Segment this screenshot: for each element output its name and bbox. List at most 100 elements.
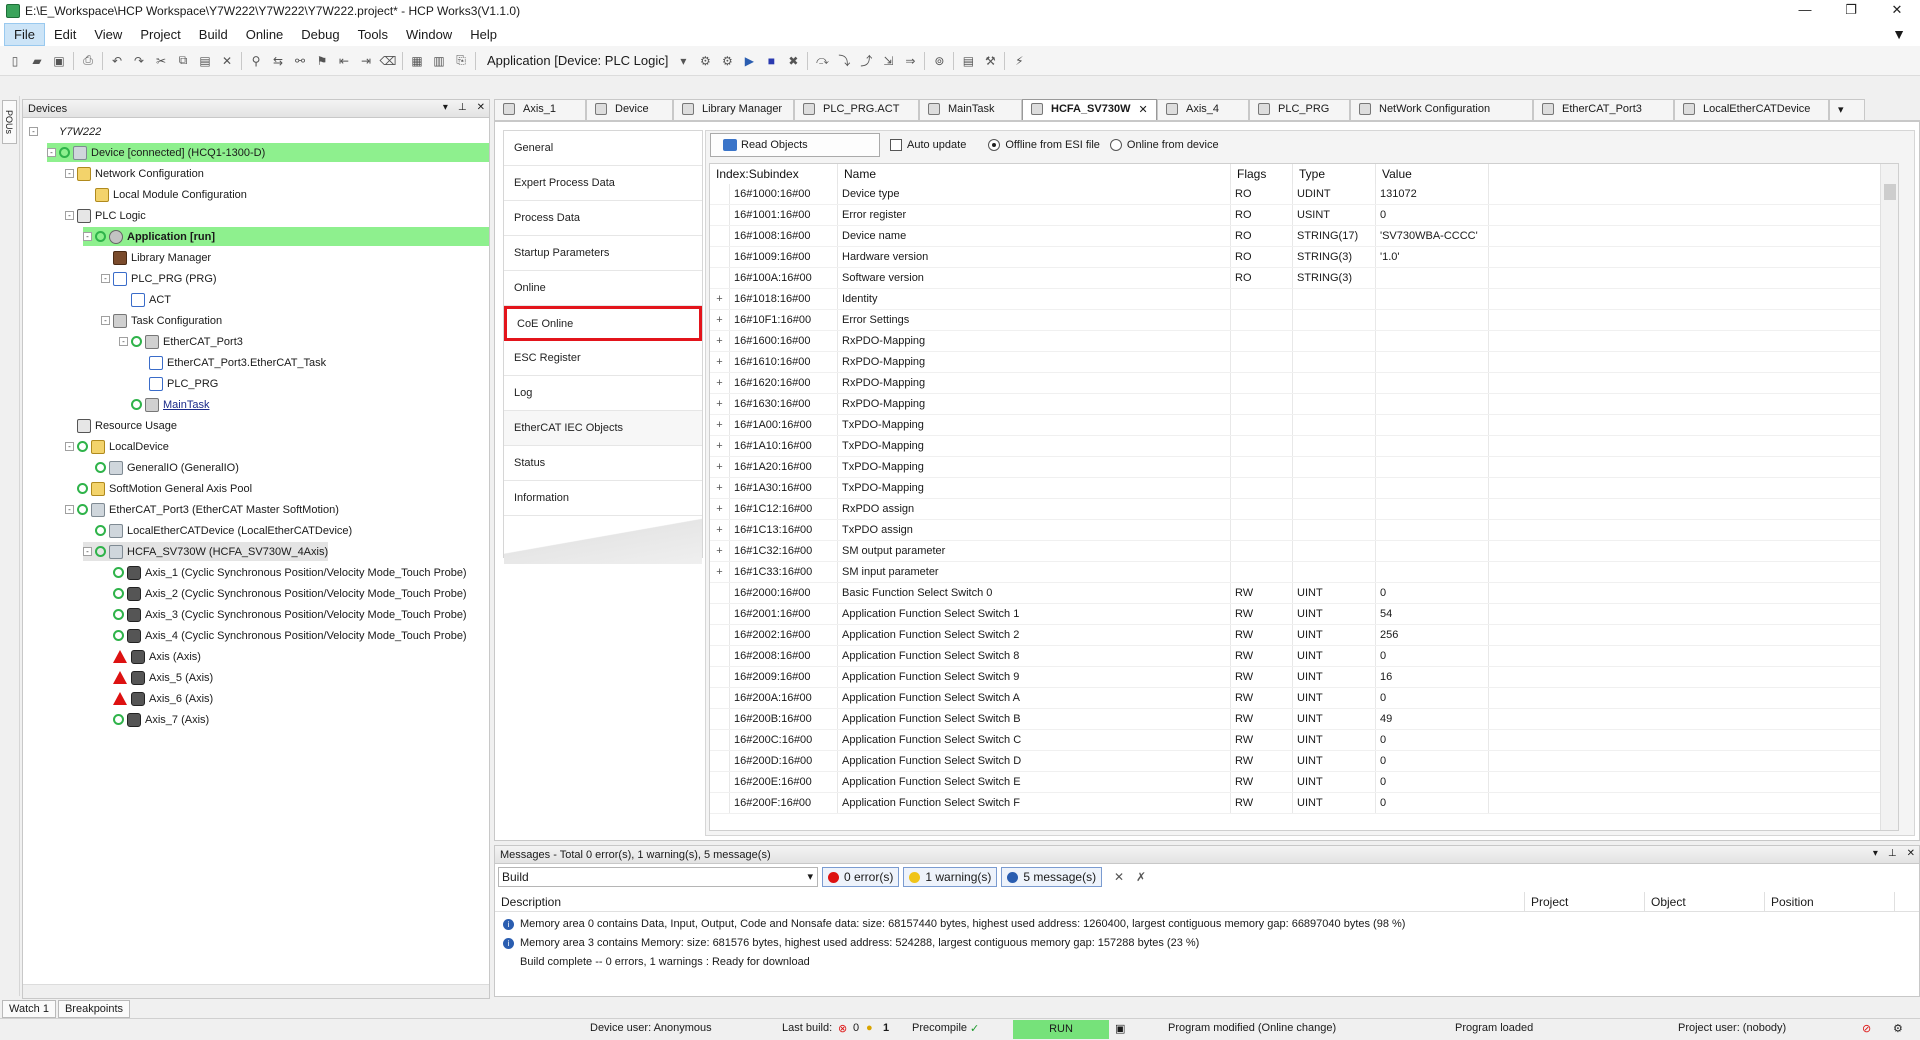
table-row[interactable]: +16#1A20:16#00 TxPDO-Mapping <box>710 457 1880 478</box>
cut-icon[interactable]: ✂ <box>152 52 170 70</box>
col-value[interactable]: Value <box>1376 164 1489 184</box>
tree-node[interactable]: ACT <box>119 290 171 309</box>
table-row[interactable]: 16#2001:16#00 Application Function Select… <box>710 604 1880 625</box>
expand-toggle-icon[interactable]: - <box>29 127 38 136</box>
messages-filter-button[interactable]: 5 message(s) <box>1001 867 1103 887</box>
run-to-cursor-icon[interactable]: ⇲ <box>879 52 897 70</box>
generate-code-icon[interactable]: ⎘ <box>452 52 470 70</box>
tree-node[interactable]: Axis_7 (Axis) <box>101 710 209 729</box>
unforce-icon[interactable]: ⚡ <box>1010 52 1028 70</box>
close-button[interactable]: ✕ <box>1874 0 1920 22</box>
expand-toggle-icon[interactable]: + <box>710 520 730 540</box>
tree-node[interactable]: Axis (Axis) <box>101 647 201 666</box>
build-icon[interactable]: ▦ <box>408 52 426 70</box>
alarm-icon[interactable]: ⊘ <box>1862 1022 1871 1035</box>
close-tab-icon[interactable]: ✕ <box>1138 103 1147 116</box>
errors-filter-button[interactable]: 0 error(s) <box>822 867 900 887</box>
col-name[interactable]: Name <box>838 164 1231 184</box>
msg-col-position[interactable]: Position <box>1765 892 1895 911</box>
tree-node[interactable]: PLC_PRG <box>137 374 218 393</box>
expand-toggle-icon[interactable]: + <box>710 394 730 414</box>
table-row[interactable]: 16#200B:16#00 Application Function Select… <box>710 709 1880 730</box>
message-row[interactable]: i Memory area 0 contains Data, Input, Out… <box>495 914 1919 934</box>
table-row[interactable]: 16#2008:16#00 Application Function Select… <box>710 646 1880 667</box>
table-row[interactable]: 16#2009:16#00 Application Function Select… <box>710 667 1880 688</box>
menu-online[interactable]: Online <box>237 24 293 45</box>
set-next-statement-icon[interactable]: ⇒ <box>901 52 919 70</box>
pin-icon[interactable]: ⊥ <box>458 102 467 113</box>
tree-node[interactable]: Axis_3 (Cyclic Synchronous Position/Velo… <box>101 605 467 624</box>
side-nav-item[interactable]: General <box>504 131 702 166</box>
menu-tools[interactable]: Tools <box>349 24 397 45</box>
col-index[interactable]: Index:Subindex <box>710 164 838 184</box>
menu-window[interactable]: Window <box>397 24 461 45</box>
maximize-button[interactable]: ❐ <box>1828 0 1874 22</box>
step-over-icon[interactable]: ⤼ <box>813 52 831 70</box>
expand-toggle-icon[interactable]: - <box>65 211 74 220</box>
tree-node[interactable]: - Application [run] <box>83 227 489 246</box>
expand-toggle-icon[interactable]: + <box>710 310 730 330</box>
editor-tab[interactable]: Device <box>586 99 673 120</box>
bookmark-icon[interactable]: ⚑ <box>313 52 331 70</box>
table-row[interactable]: 16#200D:16#00 Application Function Select… <box>710 751 1880 772</box>
editor-tab[interactable]: Axis_4 <box>1157 99 1249 120</box>
warnings-filter-button[interactable]: 1 warning(s) <box>903 867 998 887</box>
menu-help[interactable]: Help <box>461 24 506 45</box>
watch-1-tab[interactable]: Watch 1 <box>2 1000 56 1018</box>
tree-node[interactable]: - LocalDevice <box>65 437 169 456</box>
table-row[interactable]: 16#1008:16#00 Device name RO STRING(17) 'SV7… <box>710 226 1880 247</box>
prev-bookmark-icon[interactable]: ⇤ <box>335 52 353 70</box>
find-replace-icon[interactable]: ⚯ <box>291 52 309 70</box>
col-type[interactable]: Type <box>1293 164 1376 184</box>
new-file-icon[interactable]: ▯ <box>6 52 24 70</box>
settings-icon[interactable]: ⚙ <box>1893 1022 1903 1035</box>
menu-file[interactable]: File <box>4 22 45 46</box>
table-row[interactable]: 16#1009:16#00 Hardware version RO STRING(3)… <box>710 247 1880 268</box>
table-row[interactable]: +16#1A10:16#00 TxPDO-Mapping <box>710 436 1880 457</box>
print-icon[interactable]: ⎙ <box>79 52 97 70</box>
save-icon[interactable]: ▣ <box>50 52 68 70</box>
expand-toggle-icon[interactable]: - <box>101 316 110 325</box>
pous-side-tab[interactable]: POUs <box>2 100 17 144</box>
step-out-icon[interactable]: ⤴ <box>857 52 875 70</box>
lock-icon[interactable]: ▣ <box>1115 1022 1125 1035</box>
tree-node[interactable]: - EtherCAT_Port3 (EtherCAT Master SoftMot… <box>65 500 339 519</box>
expand-toggle-icon[interactable]: - <box>65 169 74 178</box>
expand-toggle-icon[interactable]: - <box>65 442 74 451</box>
minimize-button[interactable]: — <box>1782 0 1828 22</box>
tree-node[interactable]: Axis_4 (Cyclic Synchronous Position/Velo… <box>101 626 467 645</box>
side-nav-item[interactable]: CoE Online <box>504 306 702 341</box>
step-into-icon[interactable]: ⤵ <box>835 52 853 70</box>
editor-tab[interactable]: HCFA_SV730W ✕ <box>1022 99 1157 120</box>
filter-icon[interactable]: ▼ <box>1892 26 1906 42</box>
editor-tab[interactable]: NetWork Configuration <box>1350 99 1533 120</box>
tree-node[interactable]: - EtherCAT_Port3 <box>119 332 243 351</box>
side-nav-item[interactable]: Expert Process Data <box>504 166 702 201</box>
message-source-select[interactable]: Build <box>498 867 818 887</box>
auto-update-checkbox[interactable]: Auto update <box>890 139 966 151</box>
menu-project[interactable]: Project <box>131 24 189 45</box>
find-icon[interactable]: ⚲ <box>247 52 265 70</box>
open-folder-icon[interactable]: ▰ <box>28 52 46 70</box>
table-row[interactable]: 16#1001:16#00 Error register RO USINT 0 <box>710 205 1880 226</box>
undo-icon[interactable]: ↶ <box>108 52 126 70</box>
table-row[interactable]: 16#200C:16#00 Application Function Select… <box>710 730 1880 751</box>
tree-node[interactable]: GeneralIO (GeneralIO) <box>83 458 239 477</box>
side-nav-item[interactable]: Information <box>504 481 702 516</box>
side-nav-item[interactable]: Log <box>504 376 702 411</box>
menu-view[interactable]: View <box>85 24 131 45</box>
msg-col-description[interactable]: Description <box>495 892 1525 911</box>
message-row[interactable]: i Memory area 3 contains Memory: size: 68… <box>495 933 1919 953</box>
msg-col-object[interactable]: Object <box>1645 892 1765 911</box>
menu-build[interactable]: Build <box>190 24 237 45</box>
table-row[interactable]: 16#200A:16#00 Application Function Select… <box>710 688 1880 709</box>
expand-toggle-icon[interactable]: + <box>710 289 730 309</box>
tree-node[interactable]: Library Manager <box>101 248 211 267</box>
expand-toggle-icon[interactable]: + <box>710 478 730 498</box>
toggle-breakpoint-icon[interactable]: ⊚ <box>930 52 948 70</box>
expand-toggle-icon[interactable]: + <box>710 331 730 351</box>
table-row[interactable]: +16#1018:16#00 Identity <box>710 289 1880 310</box>
expand-toggle-icon[interactable]: - <box>119 337 128 346</box>
clear-messages-icon[interactable]: ✕ <box>1110 868 1128 886</box>
messages-pin-icon[interactable]: ⊥ <box>1888 848 1897 859</box>
